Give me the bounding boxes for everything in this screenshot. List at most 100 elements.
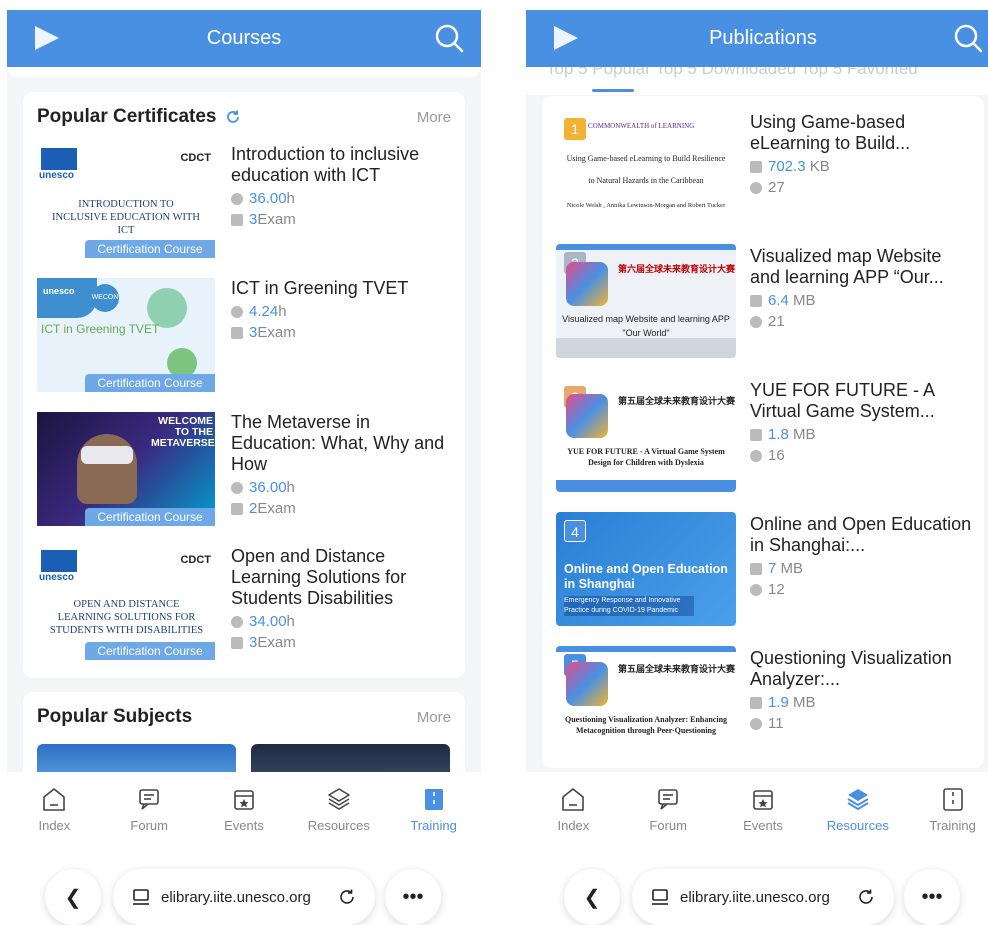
clock-icon [231, 481, 243, 494]
publication-thumbnail[interactable]: 2 第六届全球未来教育设计大赛 Visualized map Website a… [556, 244, 736, 358]
course-title[interactable]: ICT in Greening TVET [231, 278, 457, 299]
back-button[interactable]: ❮ [564, 869, 620, 925]
course-item[interactable]: unesco CDCT INTRODUCTION TO INCLUSIVE ED… [37, 144, 457, 258]
url-text: elibrary.iite.unesco.org [161, 888, 311, 906]
tab-labels[interactable]: Top 5 Popular Top 5 Downloaded Top 5 Fav… [526, 67, 988, 79]
competition-logo [566, 262, 608, 306]
app-logo-icon[interactable] [548, 20, 584, 56]
cdct-logo: CDCT [180, 554, 211, 566]
nav-training[interactable]: Training [394, 784, 474, 833]
course-thumbnail[interactable]: unesco WECON ICT in Greening TVET Certif… [37, 278, 215, 392]
popular-certificates-card: Popular Certificates More unesco CDCT IN… [23, 92, 465, 678]
course-title[interactable]: Open and Distance Learning Solutions for… [231, 546, 457, 609]
tab-icon [652, 889, 668, 905]
nav-forum[interactable]: Forum [628, 784, 708, 833]
book-icon [942, 788, 963, 811]
active-tab-indicator [592, 89, 634, 92]
section-title: Popular Certificates [37, 106, 217, 127]
course-item[interactable]: WELCOME TO THE METAVERSE Certification C… [37, 412, 457, 526]
url-text: elibrary.iite.unesco.org [680, 888, 830, 906]
ranking-tabs[interactable]: Top 5 Popular Top 5 Downloaded Top 5 Fav… [526, 67, 988, 95]
publication-title[interactable]: Using Game-based eLearning to Build... [750, 112, 976, 154]
file-icon [750, 294, 762, 307]
user-icon [750, 449, 762, 462]
nav-forum[interactable]: Forum [109, 784, 189, 833]
reload-icon[interactable] [856, 887, 876, 907]
more-options-button[interactable]: ••• [904, 869, 960, 925]
chevron-left-icon: ❮ [583, 886, 601, 909]
book-icon [424, 789, 443, 810]
browser-toolbar: ❮ elibrary.iite.unesco.org ••• [7, 842, 481, 925]
exam-icon [231, 502, 243, 515]
search-icon[interactable] [952, 22, 984, 54]
publications-screen: Publications Top 5 Popular Top 5 Downloa… [526, 10, 988, 925]
more-options-button[interactable]: ••• [385, 869, 441, 925]
unesco-logo [41, 550, 77, 572]
home-icon [562, 788, 585, 811]
publication-item[interactable]: 4 Online and Open Education in Shanghai … [556, 512, 976, 626]
publication-thumbnail[interactable]: 1 COMMONWEALTH of LEARNING Using Game-ba… [556, 110, 736, 224]
publication-item[interactable]: 2 第六届全球未来教育设计大赛 Visualized map Website a… [556, 244, 976, 358]
publication-item[interactable]: 1 COMMONWEALTH of LEARNING Using Game-ba… [556, 110, 976, 224]
publication-thumbnail[interactable]: 5 第五届全球未来教育设计大赛 Questioning Visualizatio… [556, 646, 736, 760]
publication-title[interactable]: Online and Open Education in Shanghai:..… [750, 514, 976, 556]
header-bar: Publications [526, 10, 988, 67]
publication-title[interactable]: YUE FOR FUTURE - A Virtual Game System..… [750, 380, 976, 422]
file-icon [750, 428, 762, 441]
course-item[interactable]: unesco WECON ICT in Greening TVET Certif… [37, 278, 457, 392]
course-title[interactable]: The Metaverse in Education: What, Why an… [231, 412, 457, 475]
clock-icon [231, 192, 243, 205]
publication-item[interactable]: 5 第五届全球未来教育设计大赛 Questioning Visualizatio… [556, 646, 976, 760]
rank-badge: 4 [564, 520, 586, 542]
browser-toolbar: ❮ elibrary.iite.unesco.org ••• [526, 842, 988, 925]
nav-resources[interactable]: Resources [299, 784, 379, 833]
course-thumbnail[interactable]: WELCOME TO THE METAVERSE Certification C… [37, 412, 215, 526]
nav-resources[interactable]: Resources [818, 784, 898, 833]
course-item[interactable]: unesco CDCT OPEN AND DISTANCE LEARNING S… [37, 546, 457, 660]
rank-badge: 1 [564, 118, 586, 140]
nav-index[interactable]: Index [533, 784, 613, 833]
nav-events[interactable]: Events [204, 784, 284, 833]
certification-badge: Certification Course [85, 642, 215, 660]
publication-title[interactable]: Questioning Visualization Analyzer:... [750, 648, 976, 690]
publications-list: 1 COMMONWEALTH of LEARNING Using Game-ba… [542, 96, 984, 768]
section-title: Popular Subjects [37, 706, 193, 727]
calendar-icon [234, 790, 254, 810]
reload-icon[interactable] [337, 887, 357, 907]
chevron-left-icon: ❮ [64, 886, 82, 909]
ellipsis-icon: ••• [921, 885, 943, 908]
user-icon [750, 315, 762, 328]
address-bar[interactable]: elibrary.iite.unesco.org [113, 869, 375, 925]
course-title[interactable]: Introduction to inclusive education with… [231, 144, 457, 186]
tab-icon [133, 889, 149, 905]
file-icon [750, 696, 762, 709]
address-bar[interactable]: elibrary.iite.unesco.org [632, 869, 894, 925]
clock-icon [231, 305, 243, 318]
page-title: Courses [206, 27, 282, 49]
cdct-logo: CDCT [180, 152, 211, 164]
refresh-icon[interactable] [225, 109, 241, 125]
courses-screen: Courses Popular Certificates More unesco… [7, 10, 481, 925]
certification-badge: Certification Course [85, 508, 215, 526]
clock-icon [231, 615, 243, 628]
app-logo-icon[interactable] [29, 20, 65, 56]
more-link[interactable]: More [417, 109, 451, 126]
nav-index[interactable]: Index [14, 784, 94, 833]
publication-title[interactable]: Visualized map Website and learning APP … [750, 246, 976, 288]
course-thumbnail[interactable]: unesco CDCT OPEN AND DISTANCE LEARNING S… [37, 546, 215, 660]
bottom-nav: Index Forum Events Resources Training [526, 772, 988, 842]
nav-events[interactable]: Events [723, 784, 803, 833]
nav-training[interactable]: Training [913, 784, 988, 833]
publication-thumbnail[interactable]: 4 Online and Open Education in Shanghai … [556, 512, 736, 626]
header-bar: Courses [7, 10, 481, 67]
user-icon [750, 717, 762, 730]
user-icon [750, 181, 762, 194]
vr-headset-person [77, 434, 137, 504]
more-link[interactable]: More [417, 709, 451, 726]
bottom-nav: Index Forum Events Resources Training [7, 772, 481, 842]
course-thumbnail[interactable]: unesco CDCT INTRODUCTION TO INCLUSIVE ED… [37, 144, 215, 258]
publication-item[interactable]: 3 第五届全球未来教育设计大赛 YUE FOR FUTURE - A Virtu… [556, 378, 976, 492]
back-button[interactable]: ❮ [45, 869, 101, 925]
search-icon[interactable] [433, 22, 465, 54]
publication-thumbnail[interactable]: 3 第五届全球未来教育设计大赛 YUE FOR FUTURE - A Virtu… [556, 378, 736, 492]
